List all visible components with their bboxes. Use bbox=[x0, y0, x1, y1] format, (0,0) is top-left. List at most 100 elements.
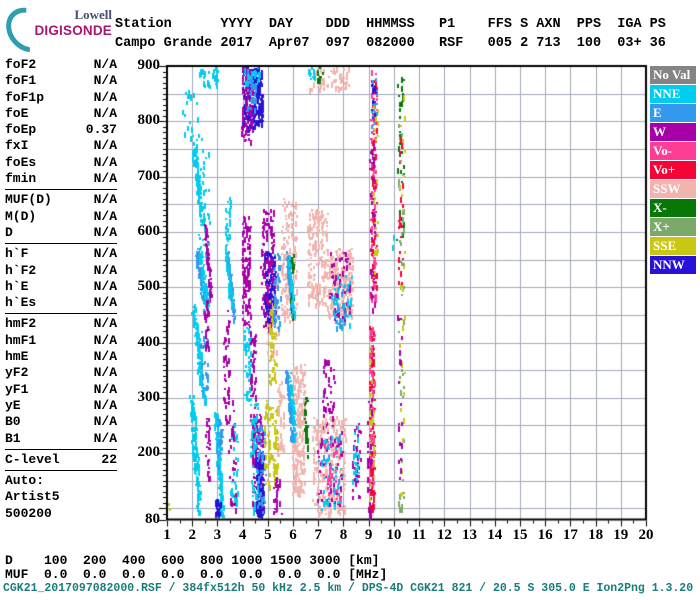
y-tick-label: 300 bbox=[137, 388, 161, 405]
param-label: fmin bbox=[5, 171, 37, 187]
x-tick-label: 9 bbox=[364, 526, 373, 543]
y-tick-label: 800 bbox=[137, 112, 161, 129]
y-tick-label: 200 bbox=[137, 444, 161, 461]
param-row: M(D) N/A bbox=[5, 209, 117, 225]
param-divider bbox=[5, 470, 117, 472]
param-divider bbox=[5, 448, 117, 450]
param-label: yF1 bbox=[5, 381, 29, 397]
param-row: C-level 22 bbox=[5, 452, 117, 468]
param-value: N/A bbox=[93, 295, 117, 311]
param-label: foF1 bbox=[5, 73, 37, 89]
x-tick-label: 7 bbox=[314, 526, 323, 543]
x-tick-label: 12 bbox=[436, 526, 452, 543]
param-value: N/A bbox=[93, 154, 117, 170]
lowell-digisonde-logo: Lowell DIGISONDE bbox=[0, 0, 112, 62]
param-row: hmF2 N/A bbox=[5, 316, 117, 332]
legend-item-ssw: SSW bbox=[650, 180, 696, 198]
legend-item-no-val: No Val bbox=[650, 66, 696, 84]
param-label: C-level bbox=[5, 451, 60, 467]
param-label: h`F2 bbox=[5, 262, 37, 278]
param-value: N/A bbox=[93, 105, 117, 121]
param-row: MUF(D) N/A bbox=[5, 192, 117, 208]
param-label: yE bbox=[5, 397, 21, 413]
header-field-values: Campo Grande 2017 Apr07 097 082000 RSF 0… bbox=[115, 36, 666, 51]
param-row: h`E N/A bbox=[5, 279, 117, 295]
param-value: N/A bbox=[93, 224, 117, 240]
param-value: N/A bbox=[93, 365, 117, 381]
status-line: CGK21_2017097082000.RSF / 384fx512h 50 k… bbox=[3, 582, 694, 595]
param-value: N/A bbox=[93, 192, 117, 208]
x-tick-label: 20 bbox=[638, 526, 654, 543]
param-row: Auto: bbox=[5, 473, 117, 489]
param-row: Artist5 bbox=[5, 489, 117, 505]
x-tick-label: 14 bbox=[487, 526, 503, 543]
echo-type-legend: No Val NNE E W Vo- Vo+ SSW X- X+ SSE NNW bbox=[650, 66, 696, 275]
param-row: h`F N/A bbox=[5, 246, 117, 262]
y-tick-label: 80 bbox=[145, 510, 160, 527]
param-row: D N/A bbox=[5, 225, 117, 241]
param-row: h`Es N/A bbox=[5, 295, 117, 311]
param-label: h`F bbox=[5, 246, 29, 262]
param-row: foF1 N/A bbox=[5, 73, 117, 89]
param-label: h`Es bbox=[5, 295, 37, 311]
param-label: fxI bbox=[5, 138, 29, 154]
param-label: foEs bbox=[5, 154, 37, 170]
legend-item-nnw: NNW bbox=[650, 256, 696, 274]
param-label: hmF1 bbox=[5, 332, 37, 348]
param-label: hmE bbox=[5, 349, 29, 365]
y-tick-label: 400 bbox=[137, 333, 161, 350]
param-label: M(D) bbox=[5, 208, 37, 224]
param-label: yF2 bbox=[5, 365, 29, 381]
param-row: fmin N/A bbox=[5, 171, 117, 187]
param-label: foF2 bbox=[5, 57, 37, 72]
param-value: N/A bbox=[93, 278, 117, 294]
param-value: N/A bbox=[93, 89, 117, 105]
muf-row: MUF 0.0 0.0 0.0 0.0 0.0 0.0 0.0 0.0 [MHz… bbox=[5, 567, 388, 582]
param-value: N/A bbox=[93, 138, 117, 154]
legend-item-x-: X+ bbox=[650, 218, 696, 236]
param-row: B1 N/A bbox=[5, 431, 117, 447]
param-value: N/A bbox=[93, 381, 117, 397]
param-label: B0 bbox=[5, 414, 21, 430]
param-row: h`F2 N/A bbox=[5, 263, 117, 279]
x-tick-label: 13 bbox=[462, 526, 478, 543]
param-row: foE N/A bbox=[5, 106, 117, 122]
param-divider bbox=[5, 243, 117, 245]
x-tick-label: 5 bbox=[264, 526, 272, 543]
param-row: yE N/A bbox=[5, 398, 117, 414]
param-value: N/A bbox=[93, 332, 117, 348]
legend-item-vo-: Vo+ bbox=[650, 161, 696, 179]
param-row: foEp 0.37 bbox=[5, 122, 117, 138]
y-tick-label: 700 bbox=[137, 167, 161, 184]
param-row: foEs N/A bbox=[5, 155, 117, 171]
x-tick-label: 18 bbox=[588, 526, 604, 543]
param-label: D bbox=[5, 224, 13, 240]
param-divider bbox=[5, 313, 117, 315]
legend-item-x-: X- bbox=[650, 199, 696, 217]
param-value: 22 bbox=[101, 451, 117, 467]
param-value: N/A bbox=[93, 349, 117, 365]
param-label: foEp bbox=[5, 122, 37, 138]
param-row: hmE N/A bbox=[5, 349, 117, 365]
legend-item-nne: NNE bbox=[650, 85, 696, 103]
param-row: fxI N/A bbox=[5, 138, 117, 154]
param-value: N/A bbox=[93, 414, 117, 430]
x-tick-label: 15 bbox=[512, 526, 528, 543]
legend-item-vo-: Vo- bbox=[650, 142, 696, 160]
legend-item-w: W bbox=[650, 123, 696, 141]
x-tick-label: 10 bbox=[386, 526, 402, 543]
x-tick-label: 4 bbox=[238, 526, 247, 543]
param-row: yF2 N/A bbox=[5, 365, 117, 381]
param-value: N/A bbox=[93, 262, 117, 278]
x-tick-label: 11 bbox=[412, 526, 427, 543]
y-tick-label: 600 bbox=[137, 222, 161, 239]
param-label: foF1p bbox=[5, 89, 45, 105]
x-tick-label: 1 bbox=[163, 526, 171, 543]
param-row: yF1 N/A bbox=[5, 382, 117, 398]
param-label: hmF2 bbox=[5, 316, 37, 332]
param-value: 0.37 bbox=[85, 122, 117, 138]
logo-lowell-text: Lowell bbox=[74, 7, 112, 22]
header-field-names: Station YYYY DAY DDD HHMMSS P1 FFS S AXN… bbox=[115, 17, 666, 32]
x-tick-label: 6 bbox=[289, 526, 297, 543]
parameter-panel: foF2 N/A foF1 N/A foF1p N/A foE N/A foEp 0.37 fxI N… bbox=[5, 57, 117, 522]
